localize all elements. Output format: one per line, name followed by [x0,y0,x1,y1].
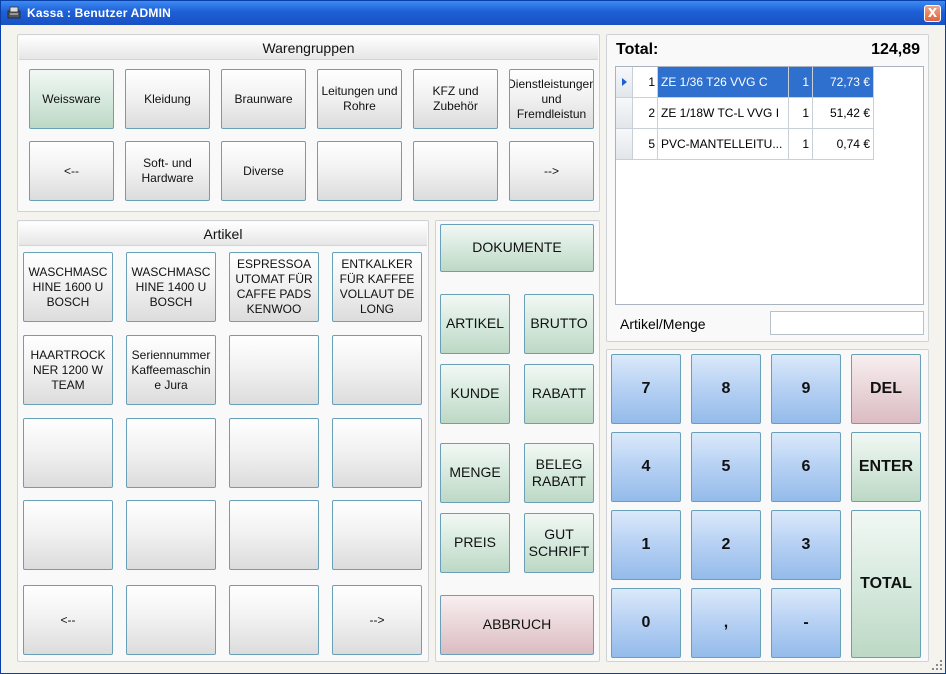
abbruch-button[interactable]: ABBRUCH [440,595,594,655]
artikel-button-7[interactable] [229,335,319,405]
warengruppe-button-4[interactable]: Leitungen und Rohre [317,69,402,129]
warengruppe-button-2[interactable]: Kleidung [125,69,210,129]
key-9[interactable]: 9 [771,354,841,424]
row-quantity: 1 [789,67,813,98]
artikel-button-17[interactable]: <-- [23,585,113,655]
kunde-button[interactable]: KUNDE [440,364,510,424]
row-number: 2 [633,98,658,129]
receipt-grid[interactable]: 1 ZE 1/36 T26 VVG C 1 72,73 €2 ZE 1/18W TC-L… [615,66,924,305]
row-name: PVC-MANTELLEITU... [658,129,789,160]
key-3[interactable]: 3 [771,510,841,580]
warengruppe-button-9[interactable]: Diverse [221,141,306,201]
kassa-window: Kassa : Benutzer ADMIN X Warengruppen Ar… [0,0,946,674]
artikel-button-12[interactable] [332,418,422,488]
artikel-button-11[interactable] [229,418,319,488]
enter-button[interactable]: ENTER [851,432,921,502]
total-label: Total: [616,41,659,58]
warengruppe-button-12[interactable]: --> [509,141,594,201]
warengruppe-button-8[interactable]: Soft- und Hardware [125,141,210,201]
title-bar[interactable]: Kassa : Benutzer ADMIN X [1,1,945,25]
row-header[interactable] [616,98,633,129]
total-button[interactable]: TOTAL [851,510,921,658]
warengruppe-button-7[interactable]: <-- [29,141,114,201]
close-button[interactable]: X [924,5,941,22]
warengruppe-button-11[interactable] [413,141,498,201]
artikel-button-4[interactable]: ENTKALKER FÜR KAFFEEVOLLAUT DELONG [332,252,422,322]
artikel-button-19[interactable] [229,585,319,655]
warengruppe-button-10[interactable] [317,141,402,201]
artikel-button-20[interactable]: --> [332,585,422,655]
gutschrift-button[interactable]: GUT SCHRIFT [524,513,594,573]
row-header[interactable] [616,129,633,160]
warengruppe-button-6[interactable]: Dienstleistungen und Fremdleistun [509,69,594,129]
artikel-button-3[interactable]: ESPRESSOAUTOMAT FÜR CAFFE PADS KENWOO [229,252,319,322]
warengruppe-button-1[interactable]: Weissware [29,69,114,129]
key-1[interactable]: 1 [611,510,681,580]
artikel-button-5[interactable]: HAARTROCKNER 1200 W TEAM [23,335,113,405]
receipt-row[interactable]: 5 PVC-MANTELLEITU... 1 0,74 € [616,129,874,160]
artikel-button-18[interactable] [126,585,216,655]
artikel-button-6[interactable]: Seriennummer Kaffeemaschine Jura [126,335,216,405]
artikel-button-15[interactable] [229,500,319,570]
app-icon [7,6,21,19]
row-price: 51,42 € [813,98,874,129]
artikel-button-13[interactable] [23,500,113,570]
current-row-arrow-icon [622,78,627,86]
artikel-button[interactable]: ARTIKEL [440,294,510,354]
beleg-rabatt-button[interactable]: BELEG RABATT [524,443,594,503]
warengruppe-button-5[interactable]: KFZ und Zubehör [413,69,498,129]
artikel-button-9[interactable] [23,418,113,488]
artikel-button-14[interactable] [126,500,216,570]
warengruppe-button-3[interactable]: Braunware [221,69,306,129]
artikel-button-10[interactable] [126,418,216,488]
close-icon: X [927,6,938,20]
key-minus[interactable]: - [771,588,841,658]
artikel-button-1[interactable]: WASCHMASCHINE 1600 U BOSCH [23,252,113,322]
artikel-button-2[interactable]: WASCHMASCHINE 1400 U BOSCH [126,252,216,322]
dokumente-button[interactable]: DOKUMENTE [440,224,594,272]
key-5[interactable]: 5 [691,432,761,502]
artikel-menge-label: Artikel/Menge [620,316,706,332]
total-value: 124,89 [871,41,920,58]
window-title: Kassa : Benutzer ADMIN [27,6,171,20]
menge-button[interactable]: MENGE [440,443,510,503]
receipt-row[interactable]: 1 ZE 1/36 T26 VVG C 1 72,73 € [616,67,874,98]
row-header[interactable] [616,67,633,98]
del-button[interactable]: DEL [851,354,921,424]
key-8[interactable]: 8 [691,354,761,424]
key-6[interactable]: 6 [771,432,841,502]
key-4[interactable]: 4 [611,432,681,502]
artikel-button-8[interactable] [332,335,422,405]
row-name: ZE 1/36 T26 VVG C [658,67,789,98]
brutto-button[interactable]: BRUTTO [524,294,594,354]
resize-grip-icon[interactable] [931,659,943,671]
key-0[interactable]: 0 [611,588,681,658]
preis-button[interactable]: PREIS [440,513,510,573]
artikel-button-16[interactable] [332,500,422,570]
key-comma[interactable]: , [691,588,761,658]
row-quantity: 1 [789,129,813,160]
row-price: 72,73 € [813,67,874,98]
key-7[interactable]: 7 [611,354,681,424]
row-number: 1 [633,67,658,98]
artikel-menge-input[interactable] [770,311,924,335]
warengruppen-header: Warengruppen [19,36,598,60]
receipt-row[interactable]: 2 ZE 1/18W TC-L VVG I 1 51,42 € [616,98,874,129]
artikel-header: Artikel [19,222,427,246]
row-quantity: 1 [789,98,813,129]
row-number: 5 [633,129,658,160]
key-2[interactable]: 2 [691,510,761,580]
rabatt-button[interactable]: RABATT [524,364,594,424]
row-name: ZE 1/18W TC-L VVG I [658,98,789,129]
row-price: 0,74 € [813,129,874,160]
